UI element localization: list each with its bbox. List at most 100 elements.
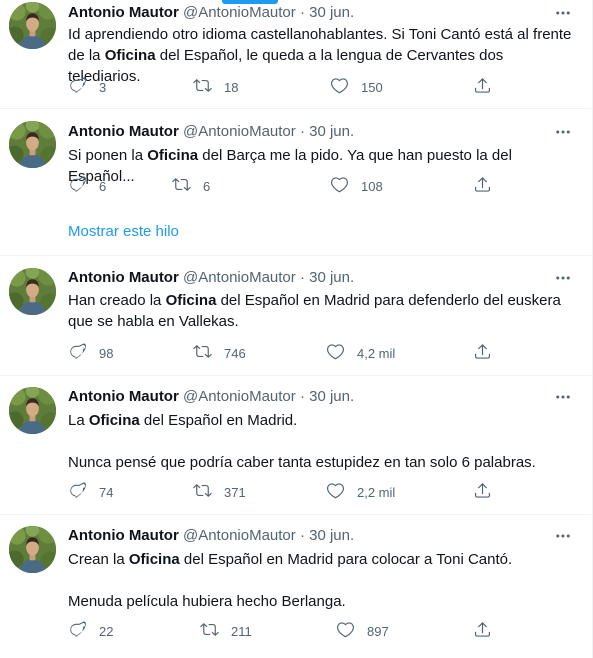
share-icon [473, 342, 492, 364]
reply-button[interactable]: 6 [68, 176, 106, 196]
avatar[interactable] [9, 387, 56, 434]
retweet-button[interactable]: 211 [200, 621, 252, 641]
tweet-header: Antonio Mautor @AntonioMautor · 30 jun. [68, 3, 354, 23]
highlighted-keyword: Oficina [88, 412, 140, 429]
reply-button[interactable]: 98 [68, 343, 113, 363]
author-handle[interactable]: @AntonioMautor [183, 4, 296, 21]
separator: · [299, 388, 305, 405]
tweet-header: Antonio Mautor @AntonioMautor · 30 jun. [68, 526, 354, 546]
more-icon[interactable] [553, 387, 573, 407]
reply-icon [68, 76, 87, 98]
retweet-icon [200, 620, 219, 642]
author-handle[interactable]: @AntonioMautor [183, 527, 296, 544]
tweet-header: Antonio Mautor @AntonioMautor · 30 jun. [68, 122, 354, 142]
like-button[interactable]: 150 [330, 77, 383, 97]
tweet-text: La Oficina del Español en Madrid. Nunca p… [68, 410, 573, 473]
tweet-date[interactable]: 30 jun. [309, 269, 354, 286]
author-name[interactable]: Antonio Mautor [68, 269, 179, 286]
retweet-icon [172, 175, 191, 197]
reply-icon [68, 620, 87, 642]
tweet-date[interactable]: 30 jun. [309, 388, 354, 405]
author-name[interactable]: Antonio Mautor [68, 527, 179, 544]
tweet-actions: 74 371 2,2 mil [68, 482, 498, 502]
reply-icon [68, 175, 87, 197]
show-thread-link[interactable]: Mostrar este hilo [68, 223, 179, 240]
retweet-button[interactable]: 371 [193, 482, 246, 502]
heart-icon [330, 175, 349, 197]
avatar[interactable] [9, 2, 56, 49]
author-name[interactable]: Antonio Mautor [68, 388, 179, 405]
text-run: La [68, 412, 89, 429]
text-run: Crean la [68, 551, 129, 568]
like-count: 4,2 mil [357, 345, 396, 361]
more-icon[interactable] [553, 526, 573, 546]
separator: · [299, 4, 305, 21]
reply-button[interactable]: 3 [68, 77, 106, 97]
retweet-button[interactable]: 746 [193, 343, 246, 363]
text-run: del Español en Madrid. [139, 412, 298, 429]
retweet-icon [193, 76, 212, 98]
reply-count: 98 [99, 345, 114, 361]
reply-icon [68, 481, 87, 503]
avatar[interactable] [9, 268, 56, 315]
more-icon[interactable] [553, 3, 573, 23]
tweet[interactable]: Antonio Mautor @AntonioMautor · 30 jun. … [0, 256, 591, 376]
tweet-actions: 98 746 4,2 mil [68, 343, 498, 363]
tweet[interactable]: Antonio Mautor @AntonioMautor · 30 jun. … [0, 515, 591, 658]
tweet-date[interactable]: 30 jun. [309, 4, 354, 21]
tweet-actions: 3 18 150 [68, 77, 498, 97]
more-icon[interactable] [553, 122, 573, 142]
share-icon [473, 175, 492, 197]
tweet[interactable]: Antonio Mautor @AntonioMautor · 30 jun. … [0, 109, 591, 256]
share-icon [473, 76, 492, 98]
author-name[interactable]: Antonio Mautor [68, 123, 179, 140]
tweet[interactable]: Antonio Mautor @AntonioMautor · 30 jun. … [0, 376, 591, 515]
retweet-button[interactable]: 18 [193, 77, 238, 97]
text-run: Han creado la [68, 292, 166, 309]
text-run: Nunca pensé que podría caber tanta estup… [68, 454, 536, 471]
like-button[interactable]: 4,2 mil [326, 343, 395, 363]
retweet-icon [193, 342, 212, 364]
like-button[interactable]: 2,2 mil [326, 482, 395, 502]
separator: · [299, 527, 305, 544]
author-handle[interactable]: @AntonioMautor [183, 269, 296, 286]
share-button[interactable] [473, 343, 492, 363]
share-button[interactable] [473, 482, 492, 502]
more-icon[interactable] [553, 268, 573, 288]
retweet-button[interactable]: 6 [172, 176, 210, 196]
share-icon [473, 620, 492, 642]
retweet-count: 746 [224, 345, 246, 361]
avatar[interactable] [9, 526, 56, 573]
author-handle[interactable]: @AntonioMautor [183, 388, 296, 405]
share-icon [473, 481, 492, 503]
share-button[interactable] [473, 77, 492, 97]
like-count: 2,2 mil [357, 484, 396, 500]
tweet-text: Han creado la Oficina del Español en Mad… [68, 290, 573, 332]
share-button[interactable] [473, 621, 492, 641]
heart-icon [326, 342, 345, 364]
like-count: 150 [361, 79, 383, 95]
retweet-count: 211 [231, 623, 252, 639]
like-count: 108 [361, 178, 383, 194]
tweet-date[interactable]: 30 jun. [309, 527, 354, 544]
retweet-count: 18 [224, 79, 239, 95]
tweet-actions: 22 211 897 [68, 621, 498, 641]
text-run: Si ponen la [68, 147, 148, 164]
tweet[interactable]: Antonio Mautor @AntonioMautor · 30 jun. … [0, 0, 591, 109]
like-button[interactable]: 897 [336, 621, 389, 641]
avatar[interactable] [9, 121, 56, 168]
tweet-paragraph: Crean la Oficina del Español en Madrid p… [68, 549, 573, 570]
tweet-date[interactable]: 30 jun. [309, 123, 354, 140]
author-handle[interactable]: @AntonioMautor [183, 123, 296, 140]
retweet-count: 6 [203, 178, 211, 194]
author-name[interactable]: Antonio Mautor [68, 4, 179, 21]
share-button[interactable] [473, 176, 492, 196]
retweet-icon [193, 481, 212, 503]
tweet-header: Antonio Mautor @AntonioMautor · 30 jun. [68, 387, 354, 407]
tweet-header: Antonio Mautor @AntonioMautor · 30 jun. [68, 268, 354, 288]
reply-button[interactable]: 22 [68, 621, 113, 641]
like-button[interactable]: 108 [330, 176, 383, 196]
reply-button[interactable]: 74 [68, 482, 113, 502]
